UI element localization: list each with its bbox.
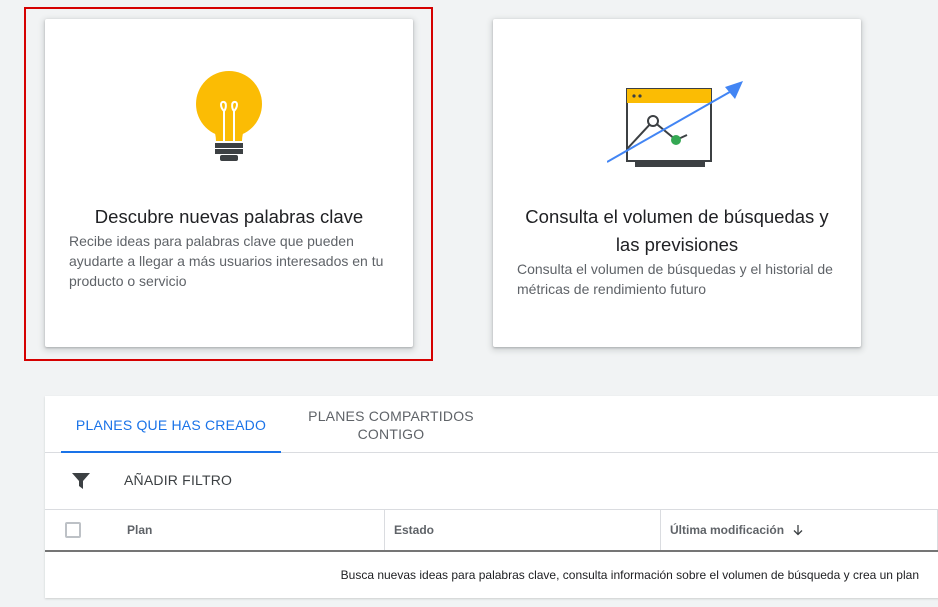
column-header-last-modified-label: Última modificación: [670, 523, 785, 537]
search-volume-title: Consulta el volumen de búsquedas y las p…: [525, 206, 829, 255]
column-header-last-modified[interactable]: Última modificación: [660, 510, 938, 550]
search-volume-description: Consulta el volumen de búsquedas y el hi…: [517, 261, 833, 297]
trend-chart-icon: [493, 77, 861, 167]
discover-keywords-title: Descubre nuevas palabras clave: [94, 206, 364, 227]
select-all-cell: [45, 510, 101, 550]
tab-created-plans[interactable]: PLANES QUE HAS CREADO: [61, 396, 281, 453]
search-volume-card[interactable]: Consulta el volumen de búsquedas y las p…: [493, 19, 861, 347]
column-header-plan[interactable]: Plan: [127, 510, 383, 550]
column-header-estado[interactable]: Estado: [384, 510, 660, 550]
filter-icon[interactable]: [72, 472, 90, 490]
arrow-down-icon: [793, 525, 803, 536]
empty-table-message: Busca nuevas ideas para palabras clave, …: [340, 568, 919, 582]
discover-keywords-card[interactable]: Descubre nuevas palabras clave Recibe id…: [45, 19, 413, 347]
table-header: Plan Estado Última modificación: [45, 510, 938, 552]
discover-keywords-description: Recibe ideas para palabras clave que pue…: [69, 233, 384, 289]
select-all-checkbox[interactable]: [65, 522, 81, 538]
tab-shared-plans[interactable]: PLANES COMPARTIDOS CONTIGO: [291, 396, 491, 453]
lightbulb-icon: [45, 71, 413, 165]
keyword-planner-page: Descubre nuevas palabras clave Recibe id…: [0, 0, 938, 607]
filter-bar: AÑADIR FILTRO: [45, 453, 938, 510]
plans-tabs: PLANES QUE HAS CREADO PLANES COMPARTIDOS…: [45, 396, 938, 453]
add-filter-button[interactable]: AÑADIR FILTRO: [124, 472, 232, 488]
plans-panel: PLANES QUE HAS CREADO PLANES COMPARTIDOS…: [45, 396, 938, 598]
